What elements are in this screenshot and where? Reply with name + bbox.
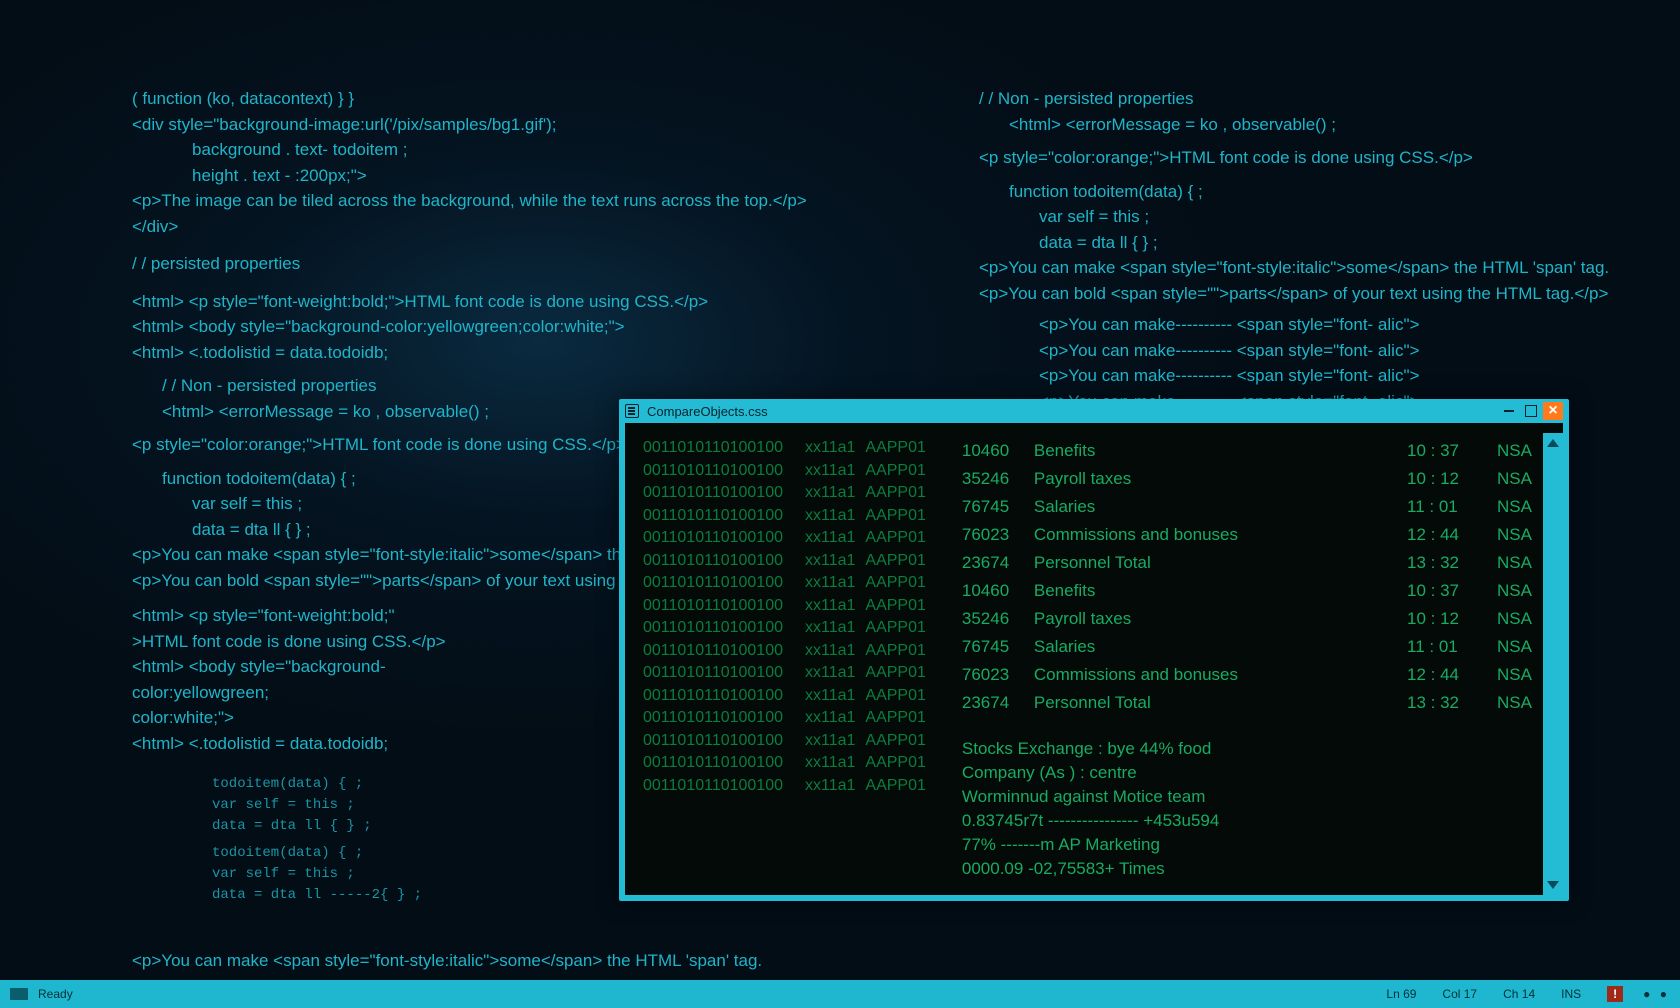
minimize-button[interactable] <box>1499 402 1519 420</box>
binary-row: 0011010110100100xx11a1AAPP01 <box>643 460 926 483</box>
data-row: 76745Salaries11 : 01NSA <box>962 493 1545 521</box>
status-chip-icon <box>10 988 28 1000</box>
maximize-button[interactable] <box>1521 402 1541 420</box>
status-dots-icon: ● ● <box>1643 987 1670 1001</box>
data-row: 76023Commissions and bonuses12 : 44NSA <box>962 661 1545 689</box>
binary-row: 0011010110100100xx11a1AAPP01 <box>643 527 926 550</box>
status-ins: INS <box>1561 987 1581 1001</box>
floating-window[interactable]: CompareObjects.css 0011010110100100xx11a… <box>619 399 1569 901</box>
window-scrollbar[interactable] <box>1543 433 1563 895</box>
status-bar: Ready Ln 69 Col 17 Ch 14 INS ! ● ● <box>0 980 1680 1008</box>
data-row: 76023Commissions and bonuses12 : 44NSA <box>962 521 1545 549</box>
binary-row: 0011010110100100xx11a1AAPP01 <box>643 617 926 640</box>
close-button[interactable] <box>1543 402 1563 420</box>
data-row: 76745Salaries11 : 01NSA <box>962 633 1545 661</box>
binary-row: 0011010110100100xx11a1AAPP01 <box>643 505 926 528</box>
binary-row: 0011010110100100xx11a1AAPP01 <box>643 707 926 730</box>
binary-row: 0011010110100100xx11a1AAPP01 <box>643 572 926 595</box>
warning-icon[interactable]: ! <box>1607 986 1623 1002</box>
window-titlebar[interactable]: CompareObjects.css <box>619 399 1569 423</box>
data-row: 23674Personnel Total13 : 32NSA <box>962 689 1545 717</box>
data-row: 35246Payroll taxes10 : 12NSA <box>962 465 1545 493</box>
binary-row: 0011010110100100xx11a1AAPP01 <box>643 730 926 753</box>
data-row: 10460Benefits10 : 37NSA <box>962 577 1545 605</box>
status-ready: Ready <box>38 987 73 1001</box>
status-line: Ln 69 <box>1386 987 1416 1001</box>
window-extra-text: Stocks Exchange : bye 44% food Company (… <box>962 737 1545 881</box>
binary-row: 0011010110100100xx11a1AAPP01 <box>643 437 926 460</box>
binary-row: 0011010110100100xx11a1AAPP01 <box>643 550 926 573</box>
data-row: 35246Payroll taxes10 : 12NSA <box>962 605 1545 633</box>
binary-row: 0011010110100100xx11a1AAPP01 <box>643 775 926 798</box>
binary-row: 0011010110100100xx11a1AAPP01 <box>643 662 926 685</box>
binary-row: 0011010110100100xx11a1AAPP01 <box>643 595 926 618</box>
scroll-down-icon[interactable] <box>1547 881 1559 889</box>
window-left-column: 0011010110100100xx11a1AAPP01001101011010… <box>625 423 944 895</box>
window-body: 0011010110100100xx11a1AAPP01001101011010… <box>625 423 1563 895</box>
binary-row: 0011010110100100xx11a1AAPP01 <box>643 685 926 708</box>
data-row: 10460Benefits10 : 37NSA <box>962 437 1545 465</box>
document-icon <box>625 404 639 418</box>
window-right-column: 10460Benefits10 : 37NSA35246Payroll taxe… <box>944 423 1563 895</box>
status-char: Ch 14 <box>1503 987 1535 1001</box>
binary-row: 0011010110100100xx11a1AAPP01 <box>643 640 926 663</box>
binary-row: 0011010110100100xx11a1AAPP01 <box>643 482 926 505</box>
binary-row: 0011010110100100xx11a1AAPP01 <box>643 752 926 775</box>
scroll-up-icon[interactable] <box>1547 439 1559 447</box>
window-title: CompareObjects.css <box>647 404 768 419</box>
data-row: 23674Personnel Total13 : 32NSA <box>962 549 1545 577</box>
status-column: Col 17 <box>1442 987 1477 1001</box>
